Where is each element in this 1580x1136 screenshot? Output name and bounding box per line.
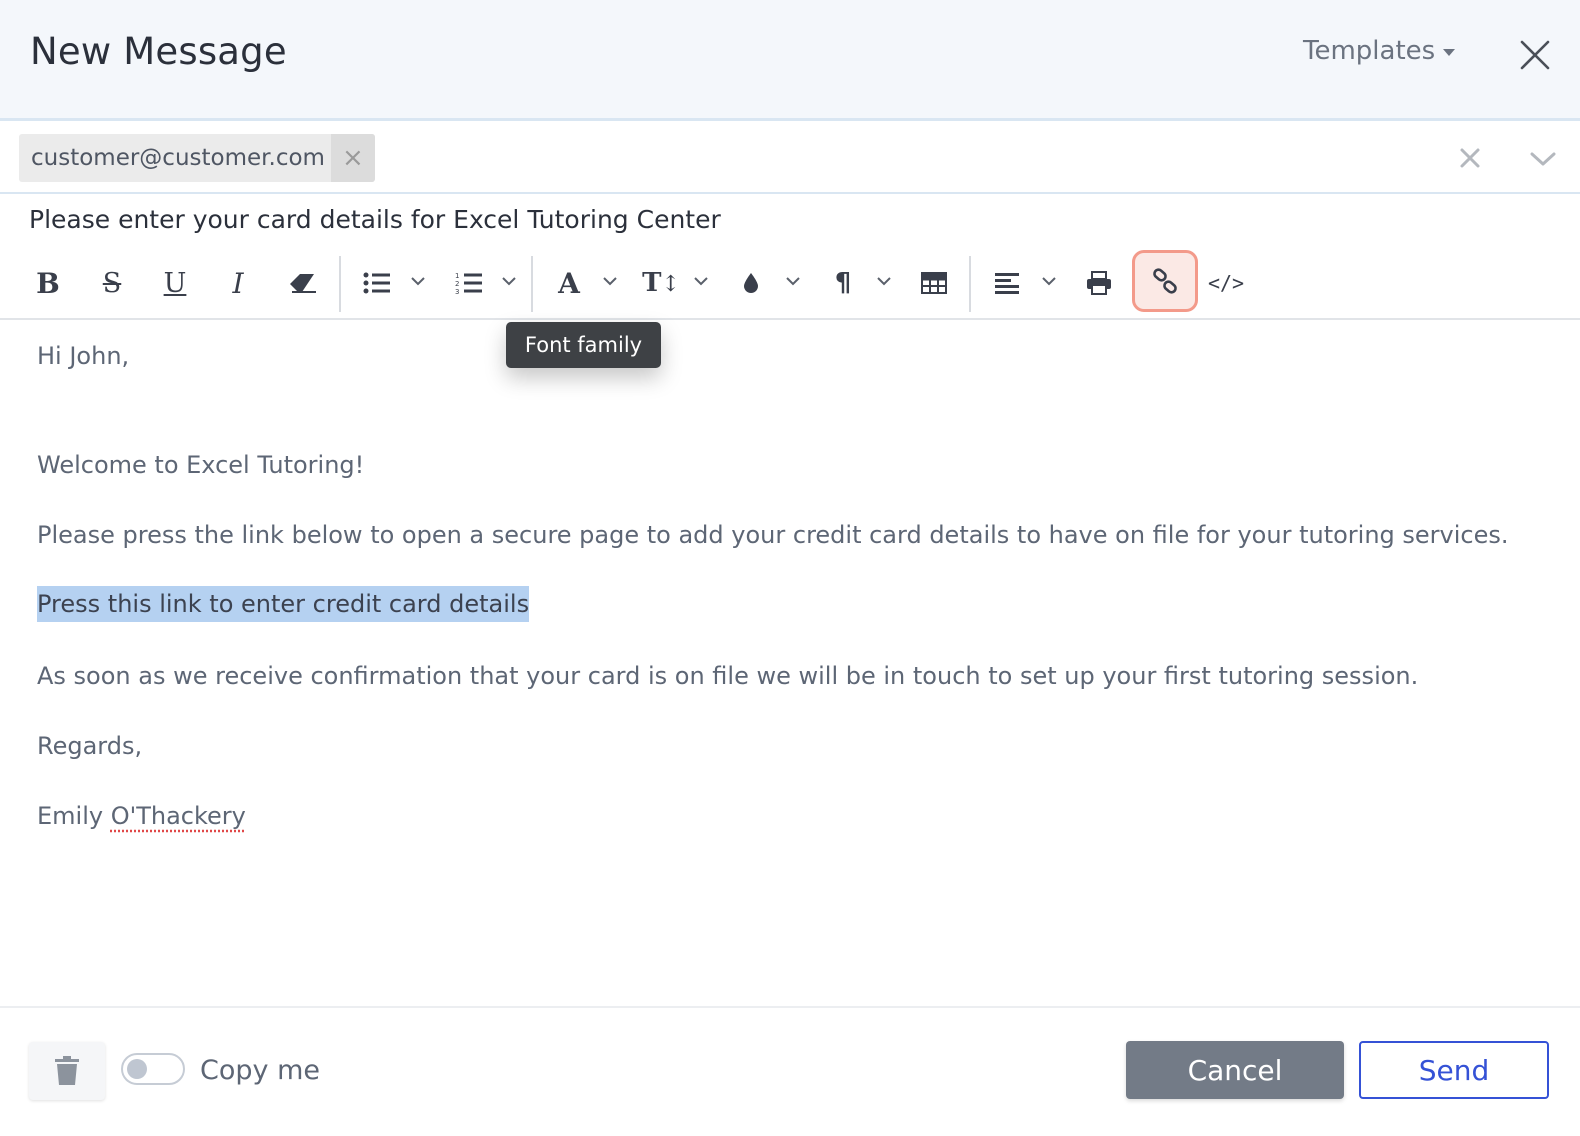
dialog-footer: Copy me Cancel Send xyxy=(0,1006,1580,1136)
send-button[interactable]: Send xyxy=(1359,1041,1549,1099)
underline-button[interactable]: U xyxy=(157,258,193,308)
copy-me-toggle[interactable] xyxy=(121,1053,185,1085)
code-view-button[interactable]: </> xyxy=(1208,258,1244,308)
dialog-header: New Message Templates xyxy=(0,0,1580,118)
templates-label: Templates xyxy=(1303,36,1436,66)
templates-dropdown[interactable]: Templates xyxy=(1303,36,1456,66)
svg-text:2: 2 xyxy=(455,280,459,288)
font-size-button[interactable]: T↕ xyxy=(642,258,680,308)
subject-line[interactable]: Please enter your card details for Excel… xyxy=(29,205,721,234)
strikethrough-icon: S xyxy=(102,267,122,299)
trash-icon xyxy=(55,1056,79,1085)
selected-link-text[interactable]: Press this link to enter credit card det… xyxy=(37,586,530,622)
numbered-list-button[interactable]: 1 2 3 xyxy=(452,258,486,308)
font-family-icon: A xyxy=(558,266,580,300)
dialog-title: New Message xyxy=(30,30,287,73)
svg-text:1: 1 xyxy=(455,272,459,280)
welcome-text: Welcome to Excel Tutoring! xyxy=(37,451,365,479)
close-icon[interactable] xyxy=(1518,38,1552,72)
toolbar-divider xyxy=(969,256,971,312)
insert-table-button[interactable] xyxy=(918,258,950,308)
italic-icon: I xyxy=(232,266,244,300)
paragraph-icon: ¶ xyxy=(834,268,852,298)
chevron-down-icon[interactable] xyxy=(1041,276,1057,286)
chevron-down-icon[interactable] xyxy=(876,276,892,286)
paragraph-button[interactable]: ¶ xyxy=(828,258,858,308)
chevron-down-icon[interactable] xyxy=(785,276,801,286)
delete-draft-button[interactable] xyxy=(29,1042,105,1100)
print-button[interactable] xyxy=(1082,258,1116,308)
signature-last-name: O'Thackery xyxy=(110,802,246,830)
table-icon xyxy=(921,272,947,294)
chevron-down-icon[interactable] xyxy=(410,276,426,286)
bold-button[interactable]: B xyxy=(30,258,66,308)
greeting-text: Hi John, xyxy=(37,342,130,370)
chevron-down-icon[interactable] xyxy=(1530,151,1556,167)
text-color-button[interactable] xyxy=(737,258,765,308)
align-left-icon xyxy=(995,273,1019,294)
remove-recipient-button[interactable]: × xyxy=(330,134,375,182)
caret-down-icon xyxy=(1443,48,1456,56)
link-icon xyxy=(1153,268,1177,294)
printer-icon xyxy=(1087,271,1111,295)
link-text[interactable]: Press this link to enter credit card det… xyxy=(37,586,530,622)
tooltip: Font family xyxy=(506,322,661,368)
italic-button[interactable]: I xyxy=(220,258,256,308)
bullet-list-icon xyxy=(363,272,390,294)
recipients-field[interactable]: customer@customer.com × xyxy=(0,118,1580,194)
align-button[interactable] xyxy=(990,258,1024,308)
toolbar-divider xyxy=(531,256,533,312)
recipient-email: customer@customer.com xyxy=(31,145,325,171)
insert-link-button[interactable] xyxy=(1132,250,1198,312)
closing-text: Regards, xyxy=(37,732,143,760)
signature-first-name: Emily xyxy=(37,802,104,830)
color-drop-icon xyxy=(744,273,758,293)
toolbar-divider xyxy=(339,256,341,312)
copy-me-label: Copy me xyxy=(200,1055,320,1086)
cancel-button[interactable]: Cancel xyxy=(1126,1041,1344,1099)
followup-text: As soon as we receive confirmation that … xyxy=(37,662,1419,690)
font-family-button[interactable]: A xyxy=(552,258,586,308)
clear-icon[interactable] xyxy=(1458,146,1482,170)
font-size-icon: T↕ xyxy=(642,268,680,298)
bold-icon: B xyxy=(36,266,60,300)
recipient-chip: customer@customer.com × xyxy=(19,134,375,182)
chevron-down-icon[interactable] xyxy=(693,276,709,286)
code-icon: </> xyxy=(1207,271,1245,295)
instructions-text: Please press the link below to open a se… xyxy=(37,521,1509,549)
underline-icon: U xyxy=(163,267,187,299)
chevron-down-icon[interactable] xyxy=(602,276,618,286)
eraser-icon xyxy=(290,274,316,293)
svg-text:3: 3 xyxy=(455,288,459,295)
editor-toolbar: B S U I 1 2 3 A T↕ ¶ </> xyxy=(0,248,1580,320)
chevron-down-icon[interactable] xyxy=(501,276,517,286)
strikethrough-button[interactable]: S xyxy=(94,258,130,308)
signature: Emily O'Thackery xyxy=(37,802,246,830)
bullet-list-button[interactable] xyxy=(360,258,394,308)
clear-formatting-button[interactable] xyxy=(285,258,321,308)
numbered-list-icon: 1 2 3 xyxy=(455,272,482,295)
toggle-knob xyxy=(127,1059,147,1079)
